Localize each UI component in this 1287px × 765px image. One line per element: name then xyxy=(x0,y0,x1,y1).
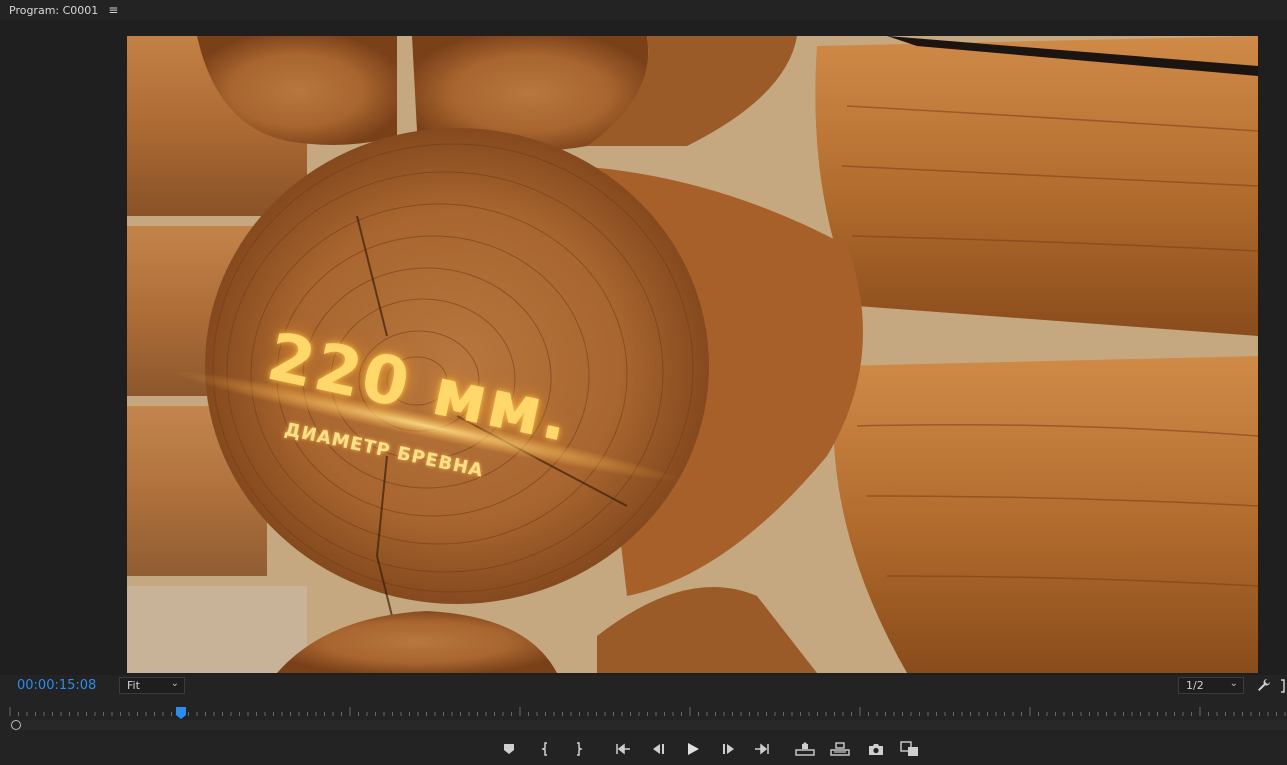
go-to-out-button[interactable] xyxy=(751,738,773,760)
wrench-icon[interactable] xyxy=(1256,677,1272,693)
playhead-timecode[interactable]: 00:00:15:08 xyxy=(17,678,96,693)
playhead-marker[interactable] xyxy=(176,704,186,719)
lift-icon xyxy=(795,742,815,756)
time-ruler[interactable] xyxy=(0,702,1287,720)
camera-icon xyxy=(869,743,883,755)
zoom-level-value: Fit xyxy=(127,679,140,692)
chevron-down-icon: ⌄ xyxy=(170,678,179,689)
zoom-level-dropdown[interactable]: Fit ⌄ xyxy=(119,677,185,694)
marker-icon xyxy=(504,744,514,754)
play-icon xyxy=(688,743,699,755)
extract-button[interactable] xyxy=(829,738,851,760)
step-back-icon xyxy=(653,744,664,754)
hamburger-icon[interactable]: ≡ xyxy=(106,3,120,17)
playback-resolution-value: 1/2 xyxy=(1186,679,1204,692)
comparison-view-button[interactable] xyxy=(899,738,921,760)
mark-out-icon xyxy=(577,742,583,756)
panel-header: Program: C0001 ≡ xyxy=(0,0,1287,20)
extract-icon xyxy=(830,742,850,756)
step-forward-icon xyxy=(723,744,734,754)
mark-out-button[interactable] xyxy=(567,738,589,760)
program-viewport[interactable]: 220 мм. ДИАМЕТР БРЕВНА xyxy=(0,20,1287,675)
play-button[interactable] xyxy=(682,738,704,760)
go-to-out-icon xyxy=(755,743,769,755)
program-monitor: Program: C0001 ≡ 220 мм. ДИАМЕТР БРЕВНА … xyxy=(0,0,1287,765)
bracket-icon[interactable] xyxy=(1280,678,1287,693)
mark-in-button[interactable] xyxy=(535,738,557,760)
add-marker-button[interactable] xyxy=(498,738,520,760)
step-back-button[interactable] xyxy=(647,738,669,760)
go-to-in-icon xyxy=(616,743,630,755)
panel-title[interactable]: Program: C0001 xyxy=(9,4,98,17)
chevron-down-icon: ⌄ xyxy=(1229,678,1238,689)
scrollbar-handle[interactable] xyxy=(11,720,21,730)
video-frame[interactable]: 220 мм. ДИАМЕТР БРЕВНА xyxy=(127,36,1258,673)
transport-controls xyxy=(0,738,1287,762)
monitor-controls-row: 00:00:15:08 Fit ⌄ 1/2 ⌄ xyxy=(0,676,1287,698)
go-to-in-button[interactable] xyxy=(612,738,634,760)
zoom-scrollbar[interactable] xyxy=(10,720,1287,730)
comparison-view-icon xyxy=(900,741,918,756)
mark-in-icon xyxy=(541,742,547,756)
step-forward-button[interactable] xyxy=(718,738,740,760)
export-frame-button[interactable] xyxy=(865,738,887,760)
lift-button[interactable] xyxy=(794,738,816,760)
playback-resolution-dropdown[interactable]: 1/2 ⌄ xyxy=(1178,677,1244,694)
